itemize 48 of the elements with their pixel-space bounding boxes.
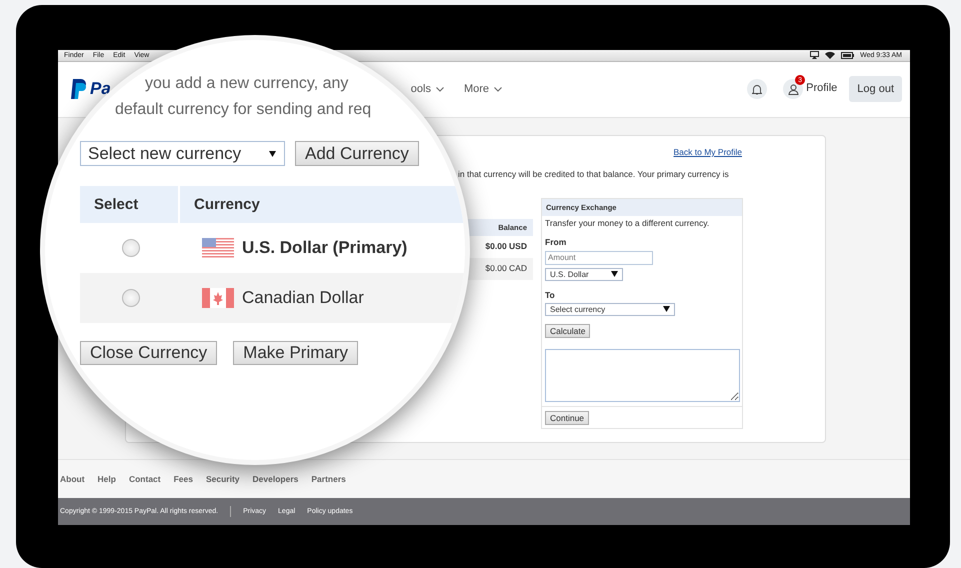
nav-menu[interactable]: ools	[410, 83, 444, 96]
column-header: Select	[80, 186, 180, 223]
profile-link[interactable]: Profile	[806, 82, 838, 94]
chevron-down-icon	[494, 86, 502, 92]
footer-link[interactable]: Contact	[128, 474, 161, 484]
person-icon	[788, 84, 799, 95]
radio-button[interactable]	[122, 289, 140, 307]
canada-flag-icon	[202, 288, 234, 308]
us-flag-icon	[202, 238, 234, 258]
footer-link[interactable]: Fees	[174, 474, 193, 484]
back-link[interactable]: Back to My Profile	[674, 146, 742, 157]
currency-select[interactable]: Select new currency	[80, 141, 285, 166]
footer-link[interactable]: Partners	[311, 474, 346, 484]
balance-cell-text: $0.00 USD	[484, 240, 528, 253]
logo-text[interactable]: Pa	[90, 79, 111, 100]
wifi-icon[interactable]	[825, 51, 836, 60]
column-header: Currency	[193, 196, 260, 213]
footer-link[interactable]: Security	[206, 474, 240, 484]
footer-link[interactable]: Help	[98, 474, 116, 484]
panel-description: Transfer your money to a different currency.	[545, 218, 710, 228]
calculate-button[interactable]: Calculate	[545, 324, 590, 338]
action-button[interactable]: Make Primary	[233, 341, 358, 365]
intro-text: in that currency will be credited to that balance. Your primary currency is	[458, 168, 730, 179]
from-currency-select[interactable]: U.S. Dollar	[545, 268, 623, 281]
amount-field[interactable]: Amount	[545, 250, 653, 265]
add-currency-button[interactable]: Add Currency	[295, 141, 419, 166]
magnified-text: default currency for sending and req	[115, 101, 372, 120]
currency-name: Canadian Dollar	[242, 288, 364, 308]
currency-name: U.S. Dollar (Primary)	[242, 238, 408, 258]
from-label: From	[545, 236, 566, 247]
dropdown-icon	[663, 306, 670, 312]
to-label: To	[545, 290, 555, 300]
logout-button[interactable]: Log out	[849, 76, 902, 102]
logo-icon[interactable]	[70, 79, 88, 100]
action-button[interactable]: Close Currency	[80, 341, 218, 365]
battery-icon[interactable]	[841, 52, 854, 59]
radio-button[interactable]	[122, 239, 140, 257]
footer-link[interactable]: Developers	[252, 474, 298, 484]
nav-menu[interactable]: More	[464, 83, 502, 96]
continue-button[interactable]: Continue	[545, 410, 590, 425]
to-currency-select[interactable]: Select currency	[545, 302, 675, 316]
bell-icon	[752, 84, 762, 95]
dropdown-icon	[611, 271, 618, 278]
dropdown-icon	[269, 150, 276, 156]
notification-button[interactable]	[747, 79, 768, 100]
footer-link[interactable]: About	[60, 474, 85, 484]
magnified-text: you add a new currency, any	[145, 75, 348, 94]
chevron-down-icon	[436, 86, 444, 92]
